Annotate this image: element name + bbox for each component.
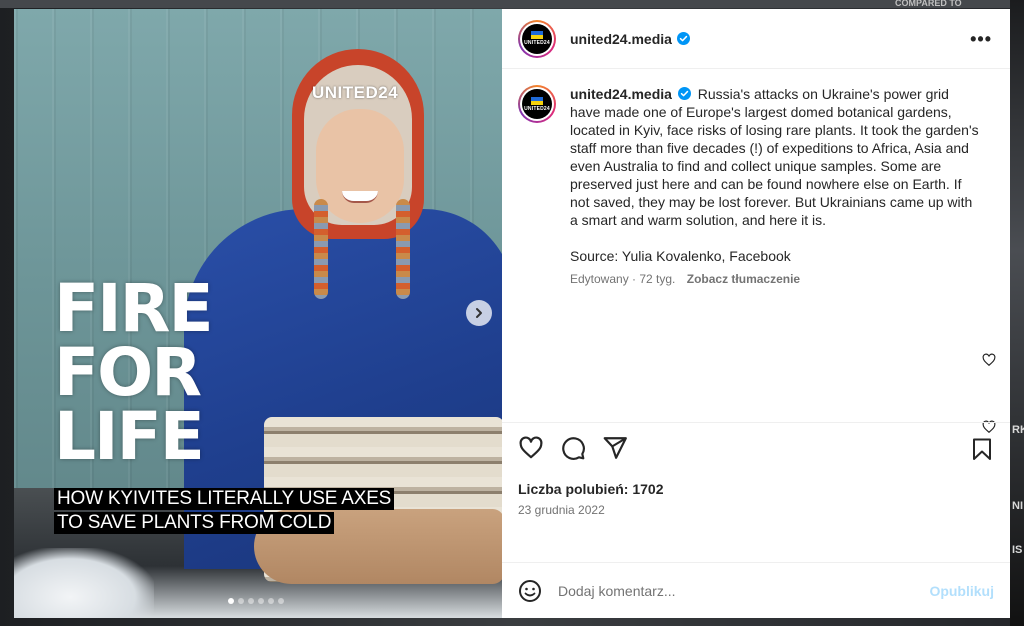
media-title-line: FIRE: [54, 270, 214, 347]
caption-body: united24.media Russia's attacks on Ukrai…: [570, 85, 982, 288]
media-person-braid: [396, 199, 410, 299]
post-header: UNITED24 united24.media •••: [502, 9, 1010, 69]
carousel-dot: [278, 598, 284, 604]
like-button-icon[interactable]: [518, 435, 544, 461]
save-bookmark-icon[interactable]: [970, 437, 994, 461]
username-link[interactable]: united24.media: [570, 31, 672, 47]
backdrop-text: NI: [1012, 500, 1023, 512]
media-person-braid: [314, 199, 328, 299]
caption-text: Russia's attacks on Ukraine's power grid…: [570, 86, 979, 228]
caption-source: Source: Yulia Kovalenko, Facebook: [570, 248, 791, 264]
emoji-icon[interactable]: [518, 579, 542, 603]
media-title: FIRE FOR LIFE: [54, 270, 214, 475]
media-subtitle-line: HOW KYIVITES LITERALLY USE AXES: [54, 488, 395, 510]
post-actions: Liczba polubień: 1702 23 grudnia 2022: [502, 422, 1010, 562]
post-panel: UNITED24 united24.media ••• UNITED24 uni…: [502, 9, 1010, 618]
backdrop-right-edge: [1010, 0, 1024, 626]
ukraine-flag-icon: [531, 96, 543, 105]
share-button-icon[interactable]: [602, 435, 628, 461]
likes-count[interactable]: Liczba polubień: 1702: [518, 481, 994, 497]
see-translation-button[interactable]: Zobacz tłumaczenie: [687, 272, 800, 286]
action-row: [518, 435, 994, 461]
carousel-dot: [258, 598, 264, 604]
backdrop-text: COMPARED TO: [895, 0, 962, 8]
avatar[interactable]: UNITED24: [518, 19, 556, 58]
post-comment-button[interactable]: Opublikuj: [929, 583, 994, 599]
media-person-face: [316, 109, 404, 223]
media-subtitle: HOW KYIVITES LITERALLY USE AXES TO SAVE …: [54, 488, 395, 536]
carousel-indicator: [228, 598, 284, 604]
backdrop-top-strip: [0, 0, 1024, 8]
comments-section: UNITED24 united24.media Russia's attacks…: [502, 69, 1010, 434]
avatar-logo: UNITED24: [522, 23, 552, 54]
edited-timestamp: Edytowany · 72 tyg.: [570, 272, 676, 286]
carousel-dot: [238, 598, 244, 604]
media-title-line: FOR: [54, 334, 202, 411]
carousel-dot: [248, 598, 254, 604]
ukraine-flag-icon: [531, 31, 543, 39]
avatar[interactable]: UNITED24: [518, 85, 556, 123]
post-caption: UNITED24 united24.media Russia's attacks…: [518, 85, 994, 288]
media-title-line: LIFE: [54, 398, 205, 475]
media-snow: [14, 548, 154, 618]
verified-badge-icon: [676, 32, 690, 45]
caption-username-link[interactable]: united24.media: [570, 86, 672, 102]
backdrop-text: RKO: [1012, 424, 1024, 436]
media-brand: UNITED24: [312, 83, 399, 102]
more-options-button[interactable]: •••: [970, 29, 992, 50]
post-modal: UNITED24 FIRE FOR LIFE HOW KYIVITES LITE…: [14, 9, 1010, 618]
comment-input[interactable]: [558, 582, 930, 599]
media-subtitle-line: TO SAVE PLANTS FROM COLD: [54, 512, 335, 534]
comment-button-icon[interactable]: [560, 435, 586, 461]
avatar-logo: UNITED24: [522, 89, 552, 119]
like-comment-icon[interactable]: [982, 353, 996, 367]
carousel-dot: [268, 598, 274, 604]
caption-meta: Edytowany · 72 tyg. Zobacz tłumaczenie: [570, 270, 982, 288]
carousel-next-button[interactable]: [466, 300, 492, 326]
backdrop-text: IS: [1012, 544, 1023, 556]
post-date[interactable]: 23 grudnia 2022: [518, 503, 994, 517]
post-media[interactable]: UNITED24 FIRE FOR LIFE HOW KYIVITES LITE…: [14, 9, 502, 618]
chevron-right-icon: [476, 308, 482, 318]
verified-badge-icon: [677, 87, 691, 100]
carousel-dot: [228, 598, 234, 604]
comment-composer: Opublikuj: [502, 562, 1010, 618]
